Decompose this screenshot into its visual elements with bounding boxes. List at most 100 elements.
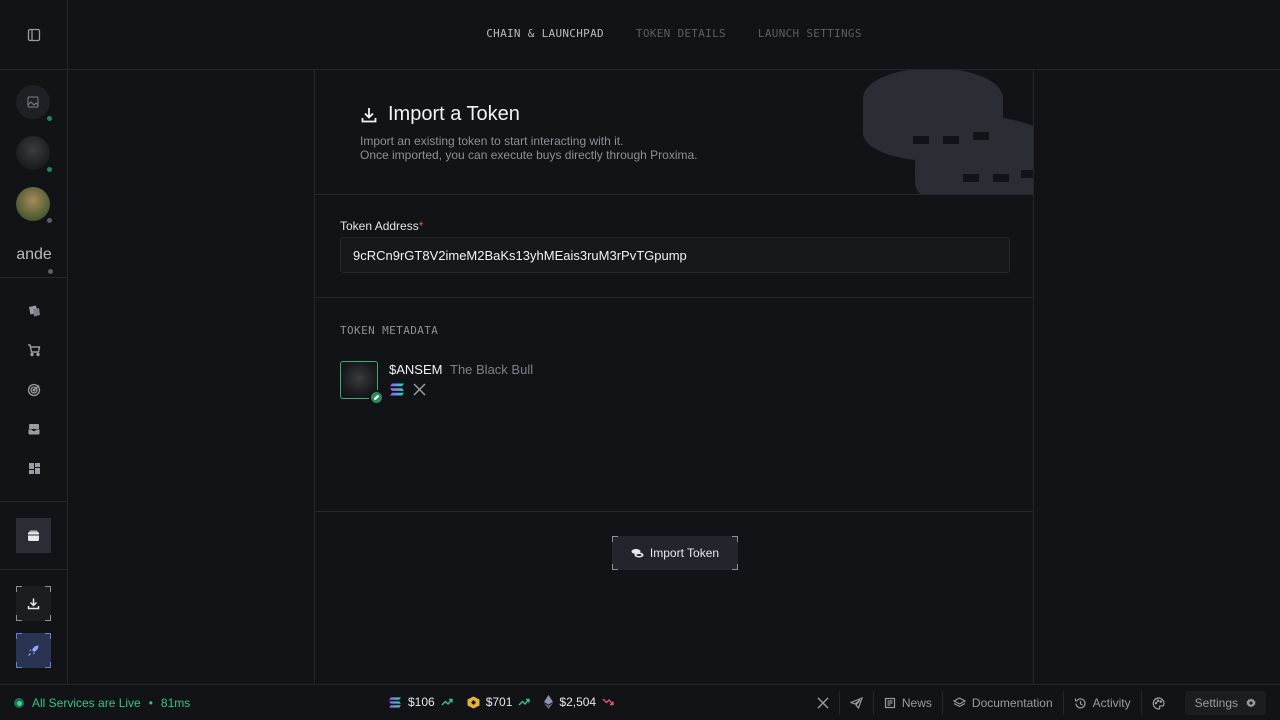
footer-telegram-link[interactable] bbox=[838, 691, 873, 715]
token-metadata-title: TOKEN METADATA bbox=[340, 324, 439, 337]
x-twitter-icon[interactable] bbox=[413, 383, 426, 396]
offline-status-dot bbox=[45, 216, 54, 225]
focus-corner bbox=[612, 564, 618, 570]
nav-cards[interactable] bbox=[22, 299, 46, 323]
focus-corner bbox=[16, 586, 22, 592]
footer-news-link[interactable]: News bbox=[872, 691, 942, 715]
service-status: All Services are Live • 81ms bbox=[14, 696, 190, 710]
status-separator: • bbox=[148, 696, 153, 710]
sidebar-divider bbox=[0, 501, 68, 502]
footer-x-link[interactable] bbox=[807, 691, 839, 715]
step-tabs: CHAIN & LAUNCHPAD TOKEN DETAILS LAUNCH S… bbox=[68, 27, 1280, 40]
wallet-icon bbox=[28, 530, 39, 541]
tab-launch-settings[interactable]: LAUNCH SETTINGS bbox=[758, 27, 862, 40]
wallet-button[interactable] bbox=[16, 518, 51, 553]
status-footer: All Services are Live • 81ms $106 $701 $… bbox=[0, 684, 1280, 720]
token-address-input[interactable]: 9cRCn9rGT8V2imeM2BaKs13yhMEais3ruM3rPvTG… bbox=[340, 237, 1010, 273]
image-placeholder-icon bbox=[27, 96, 39, 108]
offline-status-dot bbox=[46, 267, 55, 276]
token-address-label: Token Address* bbox=[340, 219, 423, 233]
import-nav-button[interactable] bbox=[16, 586, 51, 621]
description-line: Once imported, you can execute buys dire… bbox=[360, 148, 698, 162]
trend-up-icon bbox=[441, 698, 453, 706]
launch-nav-button[interactable] bbox=[16, 633, 51, 668]
footer-theme-button[interactable] bbox=[1140, 691, 1175, 715]
token-address-label-text: Token Address bbox=[340, 219, 419, 233]
sidebar-divider bbox=[0, 569, 68, 570]
solana-icon bbox=[389, 696, 401, 708]
service-status-text: All Services are Live bbox=[32, 696, 141, 710]
price-solana: $106 bbox=[388, 695, 453, 709]
wallet-avatar-3[interactable] bbox=[16, 187, 54, 225]
token-symbol: $ANSEM bbox=[389, 362, 443, 377]
online-status-dot bbox=[45, 114, 54, 123]
focus-corner bbox=[45, 662, 51, 668]
news-label: News bbox=[901, 696, 932, 710]
ethereum-icon bbox=[544, 695, 554, 709]
pump-badge bbox=[369, 390, 384, 405]
price-value: $106 bbox=[408, 695, 435, 709]
nav-inbox[interactable] bbox=[22, 417, 46, 441]
wallet-label: ande bbox=[16, 246, 52, 263]
nav-dashboard[interactable] bbox=[22, 456, 46, 480]
download-icon bbox=[27, 598, 40, 610]
import-token-button[interactable]: Import Token bbox=[612, 536, 738, 570]
tab-token-details[interactable]: TOKEN DETAILS bbox=[636, 27, 726, 40]
news-icon bbox=[884, 697, 895, 709]
footer-links: News Documentation Activity Settings bbox=[807, 691, 1266, 715]
dashboard-icon bbox=[28, 462, 40, 474]
import-header: Import a Token Import an existing token … bbox=[315, 70, 1033, 195]
focus-corner bbox=[732, 564, 738, 570]
price-ticker: $106 $701 $2,504 bbox=[388, 695, 614, 709]
wallet-avatar-4[interactable]: ande bbox=[14, 238, 55, 276]
sidebar-header bbox=[0, 0, 67, 70]
token-address-value: 9cRCn9rGT8V2imeM2BaKs13yhMEais3ruM3rPvTG… bbox=[353, 247, 687, 263]
footer-settings-button[interactable]: Settings bbox=[1184, 691, 1266, 715]
activity-label: Activity bbox=[1092, 696, 1131, 710]
nav-cart[interactable] bbox=[22, 338, 46, 362]
settings-label: Settings bbox=[1194, 696, 1238, 710]
inbox-icon bbox=[28, 424, 40, 435]
top-bar: CHAIN & LAUNCHPAD TOKEN DETAILS LAUNCH S… bbox=[68, 0, 1280, 70]
gear-icon bbox=[1246, 698, 1256, 708]
online-status-dot bbox=[45, 165, 54, 174]
import-token-button-label: Import Token bbox=[649, 546, 720, 560]
footer-docs-link[interactable]: Documentation bbox=[941, 691, 1063, 715]
coins-icon bbox=[631, 548, 644, 557]
token-address-section: Token Address* 9cRCn9rGT8V2imeM2BaKs13yh… bbox=[315, 195, 1033, 298]
rocket-icon bbox=[28, 645, 39, 656]
wallet-avatar-1[interactable] bbox=[16, 85, 54, 123]
radar-icon bbox=[27, 383, 41, 397]
layers-icon bbox=[952, 697, 966, 708]
focus-corner bbox=[45, 586, 51, 592]
cart-icon bbox=[28, 344, 41, 357]
price-value: $701 bbox=[485, 695, 513, 709]
focus-corner bbox=[45, 633, 51, 639]
footer-activity-link[interactable]: Activity bbox=[1062, 691, 1141, 715]
sidebar: ande bbox=[0, 0, 68, 684]
latency-value: 81ms bbox=[160, 696, 191, 710]
page-title: Import a Token bbox=[360, 103, 520, 126]
token-links bbox=[389, 383, 426, 396]
download-icon bbox=[361, 107, 377, 122]
x-twitter-icon bbox=[817, 697, 829, 709]
price-value: $2,504 bbox=[559, 695, 597, 709]
page-description: Import an existing token to start intera… bbox=[360, 134, 698, 162]
bnb-icon bbox=[467, 696, 480, 708]
price-bnb: $701 bbox=[467, 695, 531, 709]
focus-corner bbox=[45, 615, 51, 621]
token-metadata-section: TOKEN METADATA $ANSEM The Black Bull bbox=[315, 298, 1033, 512]
history-icon bbox=[1074, 697, 1086, 708]
focus-corner bbox=[732, 536, 738, 542]
price-ethereum: $2,504 bbox=[544, 695, 614, 709]
nav-radar[interactable] bbox=[22, 378, 46, 402]
sidebar-toggle-icon bbox=[27, 28, 40, 41]
focus-corner bbox=[612, 536, 618, 542]
pill-icon bbox=[374, 395, 379, 400]
sidebar-toggle-button[interactable] bbox=[17, 18, 51, 52]
wallet-avatar-2[interactable] bbox=[16, 136, 54, 174]
required-mark: * bbox=[418, 219, 424, 233]
focus-corner bbox=[16, 662, 22, 668]
focus-corner bbox=[16, 615, 22, 621]
tab-chain-launchpad[interactable]: CHAIN & LAUNCHPAD bbox=[486, 27, 604, 40]
